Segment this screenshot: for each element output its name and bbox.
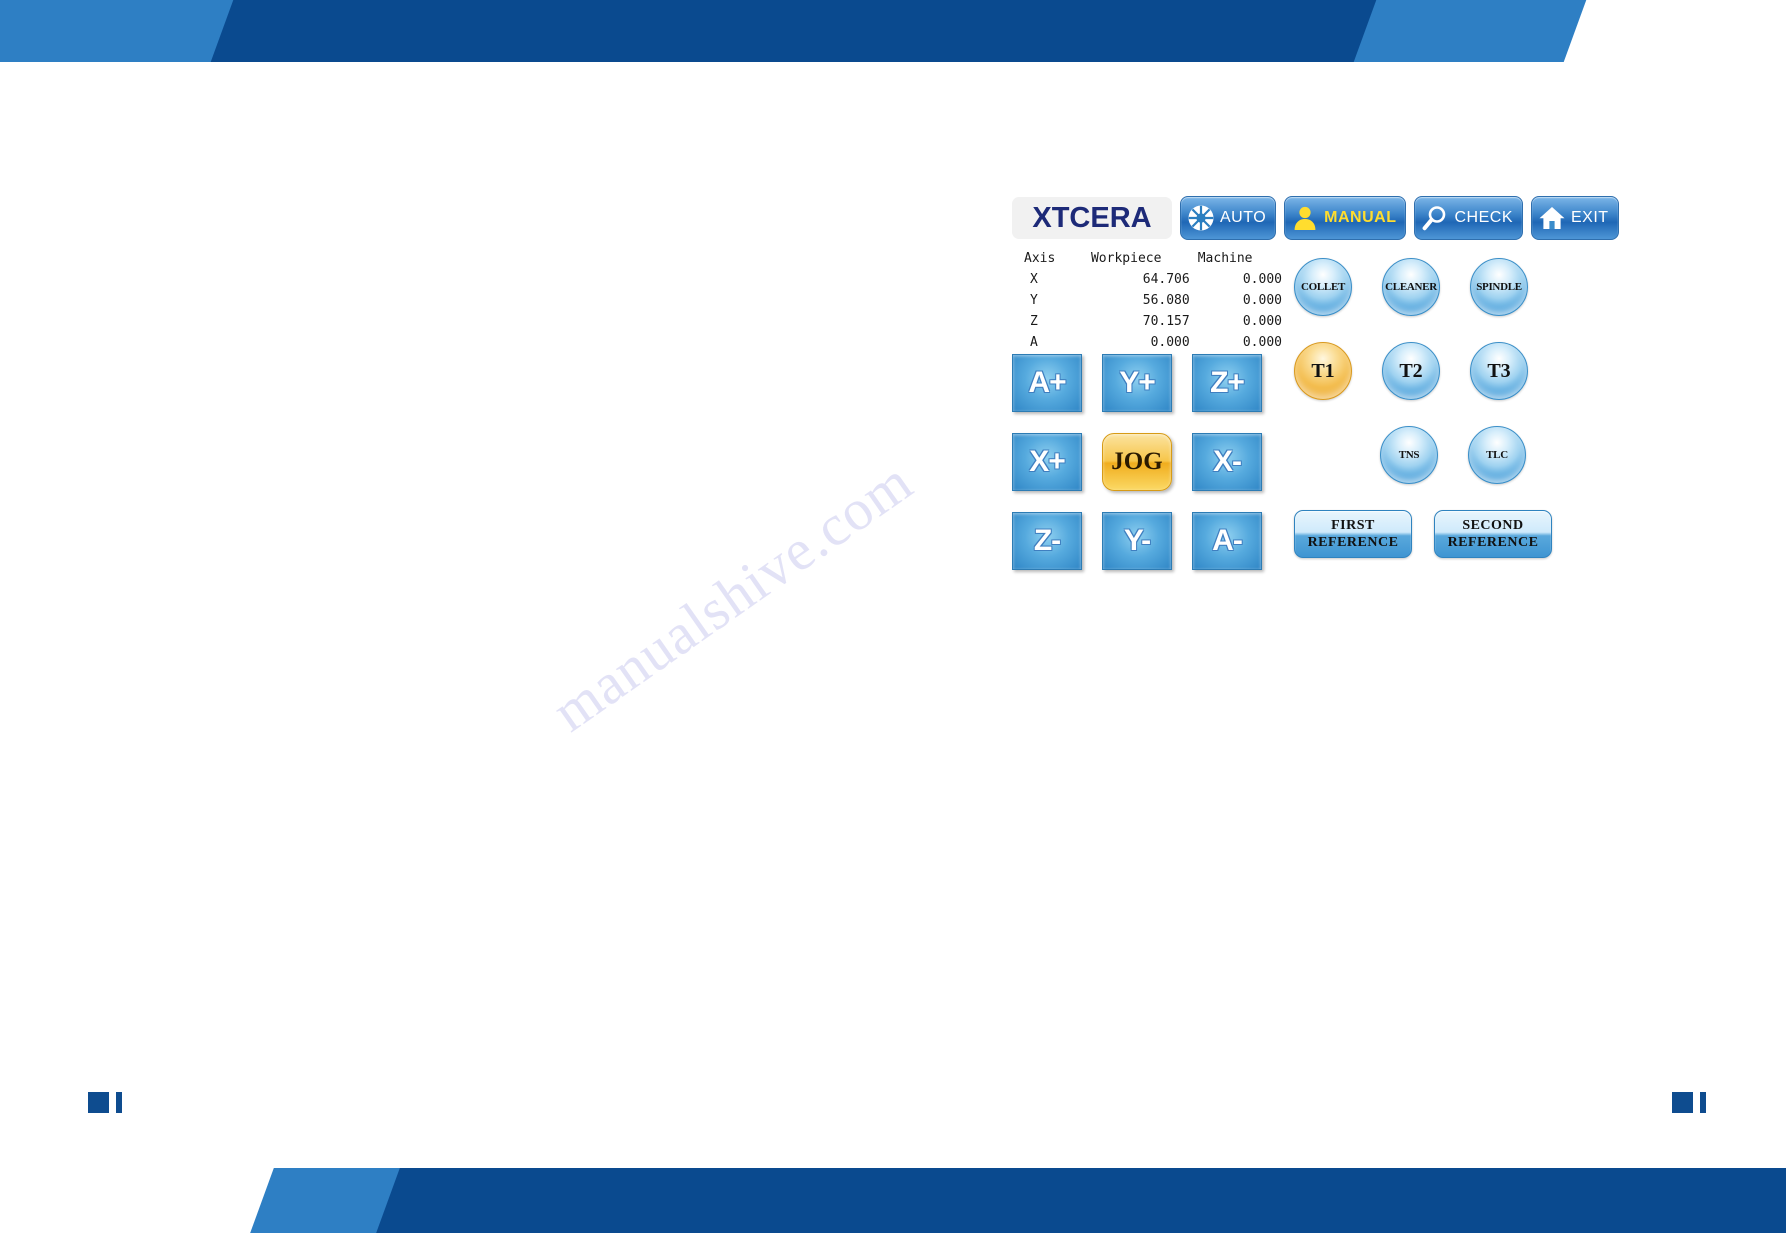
marker-square-icon <box>88 1092 109 1113</box>
cleaner-button[interactable]: CLEANER <box>1382 258 1440 316</box>
table-row: A 0.000 0.000 <box>1012 332 1282 353</box>
collet-button[interactable]: COLLET <box>1294 258 1352 316</box>
gear-icon <box>1187 204 1215 232</box>
auxiliary-controls: COLLET CLEANER SPINDLE T1 T2 T3 TNS TLC … <box>1294 258 1652 558</box>
jog-mode-button[interactable]: JOG <box>1102 433 1172 491</box>
marker-bar-icon <box>1700 1092 1706 1113</box>
first-reference-line2: REFERENCE <box>1307 535 1399 550</box>
axis-workpiece-value: 70.157 <box>1142 314 1190 329</box>
machine-control-panel: XTCERA AUTO MANUAL CHECK EXIT Axis Workp… <box>1012 196 1652 616</box>
spindle-button[interactable]: SPINDLE <box>1470 258 1528 316</box>
tab-manual-label: MANUAL <box>1324 209 1397 226</box>
jog-button-z-minus[interactable]: Z- <box>1012 512 1082 570</box>
axis-machine-value: 0.000 <box>1242 272 1282 287</box>
tab-exit-label: EXIT <box>1571 209 1609 226</box>
marker-bar-icon <box>116 1092 122 1113</box>
column-header-machine: Machine <box>1197 251 1253 266</box>
axis-workpiece-value: 0.000 <box>1150 335 1190 350</box>
axis-machine-value: 0.000 <box>1242 335 1282 350</box>
header-band-light <box>0 0 272 62</box>
tab-auto[interactable]: AUTO <box>1180 196 1277 240</box>
tab-auto-label: AUTO <box>1220 209 1267 226</box>
table-row: X 64.706 0.000 <box>1012 269 1282 290</box>
device-button-row: COLLET CLEANER SPINDLE <box>1294 258 1652 316</box>
footer-decoration <box>0 1168 1786 1233</box>
axis-name: A <box>1030 335 1038 350</box>
page-marker-right <box>1672 1092 1706 1113</box>
second-reference-line2: REFERENCE <box>1447 535 1539 550</box>
row-spacer <box>1294 426 1350 482</box>
tab-check[interactable]: CHECK <box>1414 196 1523 240</box>
axis-machine-value: 0.000 <box>1242 293 1282 308</box>
tab-check-label: CHECK <box>1454 209 1513 226</box>
table-row: Y 56.080 0.000 <box>1012 290 1282 311</box>
footer-band-dark <box>376 1168 1786 1233</box>
first-reference-line1: FIRST <box>1331 517 1375 533</box>
tool-button-t2[interactable]: T2 <box>1382 342 1440 400</box>
second-reference-line1: SECOND <box>1462 517 1524 533</box>
sensor-button-row: TNS TLC <box>1294 426 1652 484</box>
panel-topbar: XTCERA AUTO MANUAL CHECK EXIT <box>1012 196 1619 240</box>
axis-workpiece-value: 64.706 <box>1142 272 1190 287</box>
person-icon <box>1291 204 1319 232</box>
footer-band-light <box>250 1168 434 1233</box>
table-header-row: Axis Workpiece Machine <box>1012 248 1282 269</box>
jog-button-a-minus[interactable]: A- <box>1192 512 1262 570</box>
axis-name: Y <box>1030 293 1038 308</box>
column-header-axis: Axis <box>1024 251 1056 266</box>
jog-pad: A+ Y+ Z+ X+ JOG X- Z- Y- A- <box>1012 354 1262 570</box>
header-band-dark <box>210 0 1544 62</box>
page-marker-left <box>88 1092 122 1113</box>
tns-button[interactable]: TNS <box>1380 426 1438 484</box>
first-reference-button[interactable]: FIRST REFERENCE <box>1294 510 1412 558</box>
jog-button-z-plus[interactable]: Z+ <box>1192 354 1262 412</box>
jog-button-x-minus[interactable]: X- <box>1192 433 1262 491</box>
tab-exit[interactable]: EXIT <box>1531 196 1619 240</box>
header-decoration <box>0 0 1786 62</box>
tool-button-t3[interactable]: T3 <box>1470 342 1528 400</box>
magnifier-icon <box>1421 204 1449 232</box>
tlc-button[interactable]: TLC <box>1468 426 1526 484</box>
header-band-light-right <box>1353 0 1587 62</box>
brand-logo: XTCERA <box>1012 197 1172 239</box>
axis-workpiece-value: 56.080 <box>1142 293 1190 308</box>
home-icon <box>1538 204 1566 232</box>
tab-manual[interactable]: MANUAL <box>1284 196 1407 240</box>
axis-readout-table: Axis Workpiece Machine X 64.706 0.000 Y … <box>1012 248 1282 353</box>
table-row: Z 70.157 0.000 <box>1012 311 1282 332</box>
reference-button-row: FIRST REFERENCE SECOND REFERENCE <box>1294 510 1652 558</box>
page-watermark: manualshive.com <box>540 448 924 745</box>
tool-button-row: T1 T2 T3 <box>1294 342 1652 400</box>
axis-name: X <box>1030 272 1038 287</box>
second-reference-button[interactable]: SECOND REFERENCE <box>1434 510 1552 558</box>
jog-button-x-plus[interactable]: X+ <box>1012 433 1082 491</box>
jog-button-a-plus[interactable]: A+ <box>1012 354 1082 412</box>
column-header-workpiece: Workpiece <box>1090 251 1162 266</box>
jog-button-y-plus[interactable]: Y+ <box>1102 354 1172 412</box>
jog-button-y-minus[interactable]: Y- <box>1102 512 1172 570</box>
axis-name: Z <box>1030 314 1038 329</box>
axis-machine-value: 0.000 <box>1242 314 1282 329</box>
marker-square-icon <box>1672 1092 1693 1113</box>
tool-button-t1[interactable]: T1 <box>1294 342 1352 400</box>
